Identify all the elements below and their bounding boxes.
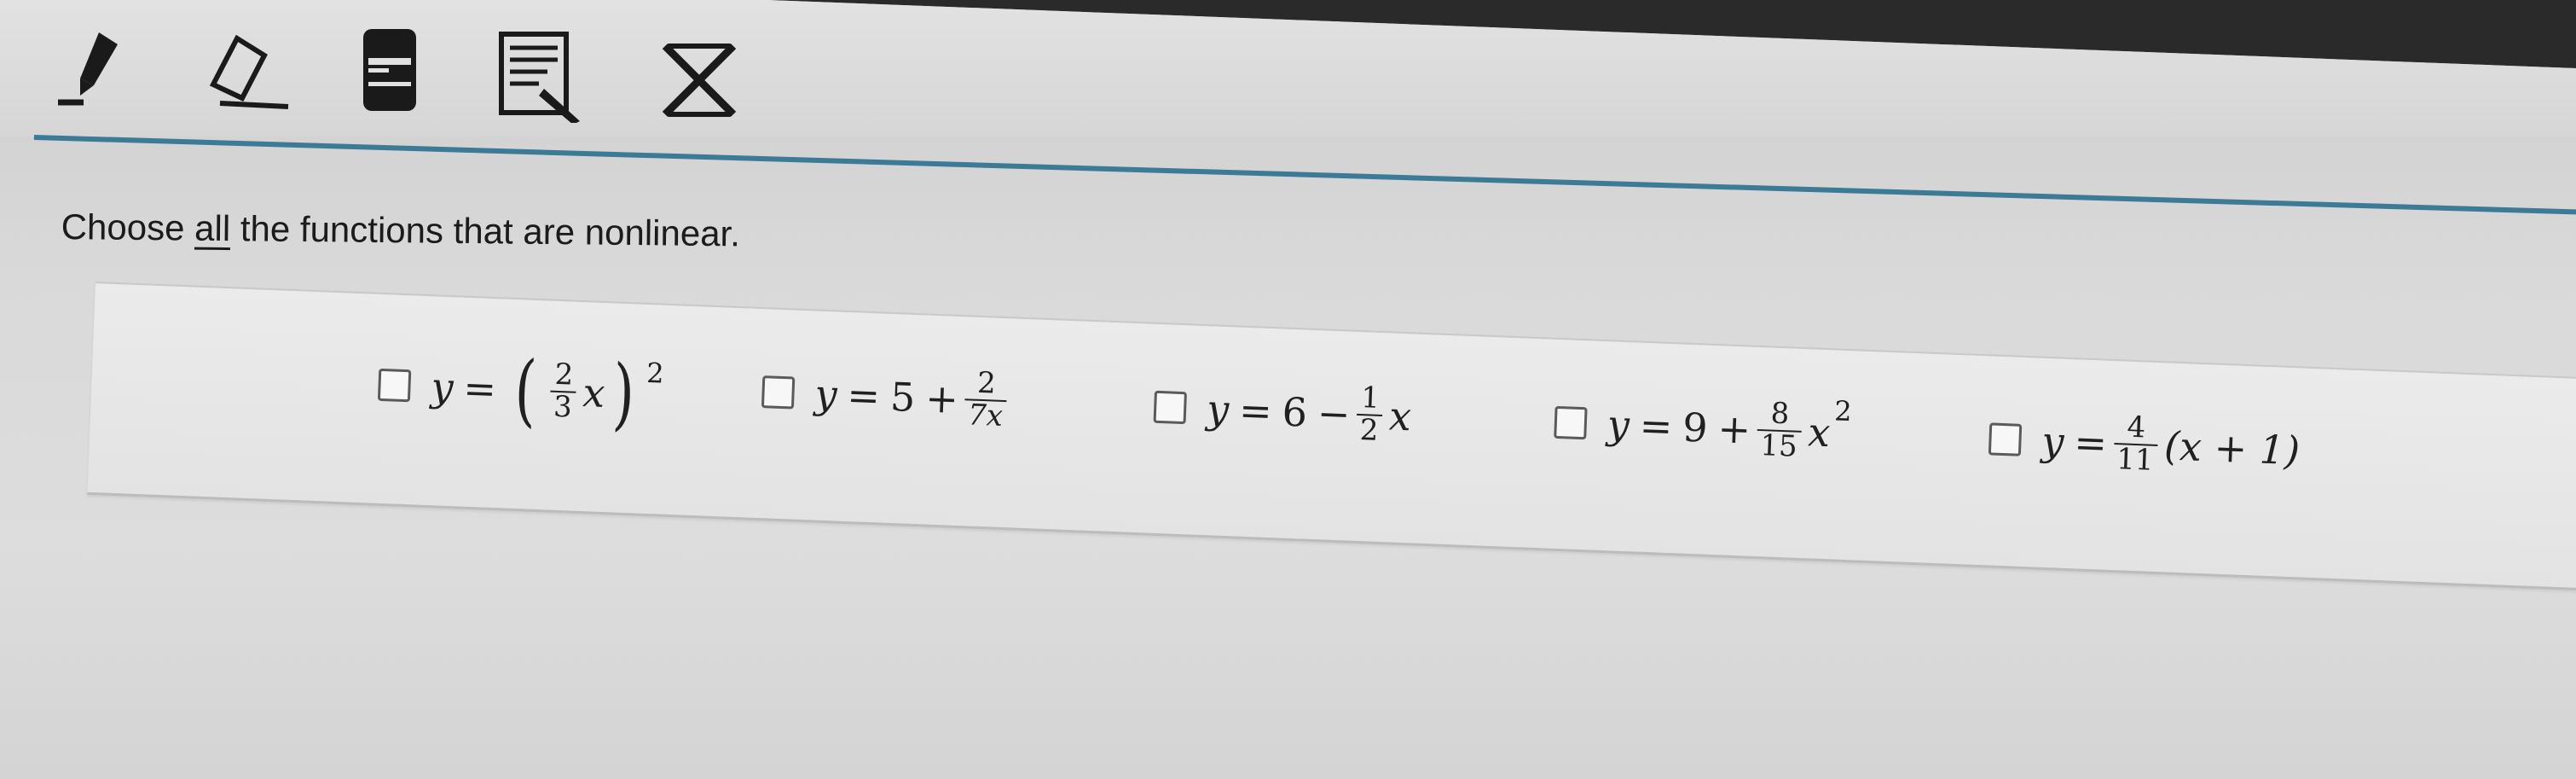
option-5[interactable]: y = 4 11 (x + 1) bbox=[1988, 407, 2301, 481]
answer-options-panel: y = ( 2 3 x ) 2 y = 5 + 2 7x y = 6 − 1 2… bbox=[87, 282, 2576, 591]
eraser-icon[interactable] bbox=[194, 21, 297, 115]
option-3-fraction: 1 2 bbox=[1356, 381, 1383, 448]
option-4-equation: y = 9 + 8 15 x 2 bbox=[1606, 394, 1853, 464]
option-3-equation: y = 6 − 1 2 x bbox=[1206, 381, 1413, 448]
close-icon[interactable] bbox=[657, 38, 742, 123]
question-emphasis: all bbox=[194, 207, 231, 249]
option-1[interactable]: y = ( 2 3 x ) 2 bbox=[377, 343, 665, 440]
option-5-checkbox[interactable] bbox=[1988, 422, 2023, 456]
option-2-fraction: 2 7x bbox=[964, 366, 1008, 433]
option-1-equation: y = ( 2 3 x ) 2 bbox=[430, 343, 665, 440]
pencil-icon[interactable] bbox=[49, 17, 143, 111]
toolbar-divider bbox=[33, 135, 2576, 215]
option-1-checkbox[interactable] bbox=[377, 368, 412, 403]
option-3[interactable]: y = 6 − 1 2 x bbox=[1153, 375, 1413, 448]
question-suffix: the functions that are nonlinear. bbox=[229, 208, 741, 254]
question-prefix: Choose bbox=[61, 206, 195, 248]
question-text: Choose all the functions that are nonlin… bbox=[61, 206, 741, 254]
option-4-checkbox[interactable] bbox=[1554, 405, 1588, 439]
option-2-equation: y = 5 + 2 7x bbox=[813, 363, 1015, 433]
option-4[interactable]: y = 9 + 8 15 x 2 bbox=[1554, 391, 1853, 465]
option-5-equation: y = 4 11 (x + 1) bbox=[2041, 410, 2301, 478]
option-2-checkbox[interactable] bbox=[761, 375, 796, 410]
option-5-fraction: 4 11 bbox=[2112, 410, 2159, 477]
option-1-fraction: 2 3 bbox=[549, 358, 577, 425]
option-4-fraction: 8 15 bbox=[1756, 397, 1803, 463]
notepad-icon[interactable] bbox=[496, 29, 590, 123]
option-2[interactable]: y = 5 + 2 7x bbox=[761, 360, 1015, 433]
highlighter-icon[interactable] bbox=[358, 24, 426, 118]
option-3-checkbox[interactable] bbox=[1153, 390, 1187, 424]
